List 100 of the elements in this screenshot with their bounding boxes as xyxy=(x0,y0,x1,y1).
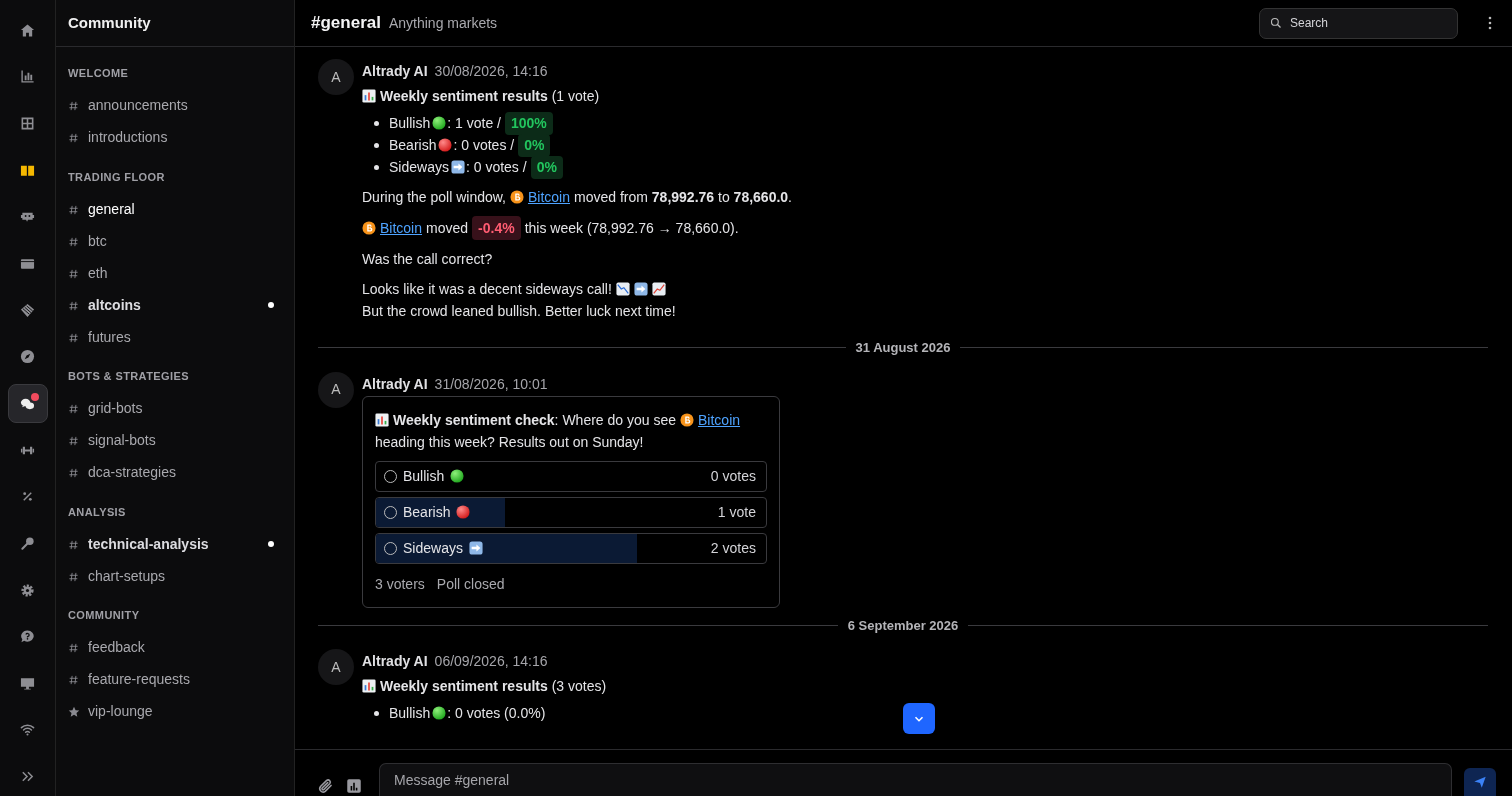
wallet-icon[interactable] xyxy=(20,256,35,271)
channel-item[interactable]: altcoins xyxy=(68,289,294,321)
scroll-down-button[interactable] xyxy=(903,703,935,734)
unread-dot xyxy=(268,302,274,308)
message-title: Weekly sentiment results (1 vote) xyxy=(380,87,600,106)
channel-name: announcements xyxy=(88,96,188,115)
channel-name: eth xyxy=(88,263,108,283)
option-label: Bearish xyxy=(403,502,451,522)
settings-icon[interactable] xyxy=(20,582,35,598)
coin-link[interactable]: Bitcoin xyxy=(698,408,741,431)
message-text: But the crowd leaned bullish. Better luck next time! xyxy=(362,302,676,321)
channel-name: introductions xyxy=(88,128,168,147)
message-text: moved xyxy=(426,219,469,238)
vote-count: 0 votes xyxy=(710,466,756,486)
monitor-icon[interactable] xyxy=(20,675,35,691)
coin-link[interactable]: Bitcoin xyxy=(528,186,570,208)
search-icon xyxy=(1270,16,1282,30)
timestamp: 06/09/2026, 14:16 xyxy=(434,652,548,671)
channel-item[interactable]: eth xyxy=(68,257,294,289)
compass-icon[interactable] xyxy=(20,349,35,365)
section-heading: TRADING FLOOR xyxy=(68,169,165,185)
grid-icon[interactable] xyxy=(20,116,35,132)
section-heading: ANALYSIS xyxy=(68,504,126,520)
option-label: Bearish xyxy=(389,135,437,155)
search-input[interactable]: Search xyxy=(1288,8,1457,38)
right-arrow-icon xyxy=(633,282,648,296)
attachment-icon[interactable] xyxy=(317,777,335,795)
coin-link[interactable]: Bitcoin xyxy=(380,217,423,239)
channel-item[interactable]: technical-analysis xyxy=(68,528,294,560)
date-divider: 6 September 2026 xyxy=(847,616,959,635)
channel-item[interactable]: grid-bots xyxy=(68,392,294,425)
bullet-dot xyxy=(374,120,379,126)
coin-icon xyxy=(680,412,694,427)
channel-item[interactable]: feature-requests xyxy=(68,663,294,696)
poll-icon[interactable] xyxy=(345,777,363,795)
bullet-dot xyxy=(374,142,379,148)
channel-name: general xyxy=(88,199,135,219)
home-icon[interactable] xyxy=(20,22,35,38)
bar-chart-icon xyxy=(362,89,376,103)
channel-item[interactable]: signal-bots xyxy=(68,424,294,457)
timestamp: 30/08/2026, 14:16 xyxy=(434,62,548,81)
message-text: moved from 78,992.76 to 78,660.0. xyxy=(574,188,792,207)
channel-name: altcoins xyxy=(88,295,141,315)
option-label: Bullish xyxy=(389,113,431,133)
section-heading: WELCOME xyxy=(68,66,129,81)
channel-item[interactable]: futures xyxy=(68,321,294,353)
channel-name: technical-analysis xyxy=(88,534,209,554)
percent-badge: 0% xyxy=(518,133,551,157)
channel-item[interactable]: feedback xyxy=(68,631,294,664)
coin-icon xyxy=(510,190,524,204)
avatar: A xyxy=(318,371,354,408)
vote-count: : 1 vote / xyxy=(447,113,501,133)
channel-name: vip-lounge xyxy=(88,702,153,721)
vote-count: : 0 votes / xyxy=(453,135,515,155)
bar-chart-icon xyxy=(362,679,376,693)
author-name: Altrady AI xyxy=(362,374,428,394)
channel-name: chart-setups xyxy=(88,566,166,586)
percent-change: -0.4% xyxy=(472,216,521,240)
section-heading: COMMUNITY xyxy=(68,608,140,623)
circle-icon xyxy=(432,116,447,130)
wifi-icon[interactable] xyxy=(20,722,35,738)
message-title: Weekly sentiment results (3 votes) xyxy=(380,677,607,696)
channel-item[interactable]: chart-setups xyxy=(68,560,294,592)
poll-option[interactable]: Sideways 2 votes xyxy=(375,532,767,564)
channel-name: dca-strategies xyxy=(88,463,176,482)
channel-item[interactable]: introductions xyxy=(68,121,294,154)
channel-item[interactable]: btc xyxy=(68,225,294,257)
circle-icon xyxy=(450,469,465,483)
section-heading: BOTS & STRATEGIES xyxy=(68,369,189,384)
avatar: A xyxy=(318,649,354,685)
channel-item[interactable]: dca-strategies xyxy=(68,456,294,489)
coin-icon xyxy=(362,221,376,235)
poll-status: 3 voters xyxy=(375,574,425,594)
layers-icon[interactable] xyxy=(20,302,35,318)
help-chat-icon[interactable] xyxy=(20,629,35,645)
vote-count: 1 vote xyxy=(717,502,756,522)
bar-chart-icon[interactable] xyxy=(20,69,35,85)
author-name: Altrady AI xyxy=(362,652,428,671)
channel-name: btc xyxy=(88,231,107,251)
circle-icon xyxy=(456,505,471,519)
key-icon[interactable] xyxy=(20,535,35,551)
search-field[interactable]: Search xyxy=(1259,7,1458,39)
channel-item[interactable]: general xyxy=(68,193,294,225)
unread-dot xyxy=(268,541,274,547)
channel-item[interactable]: announcements xyxy=(68,89,294,122)
poll-option[interactable]: Bullish 0 votes xyxy=(375,460,767,492)
date-divider: 31 August 2026 xyxy=(855,339,951,357)
option-label: Bullish xyxy=(389,703,431,723)
circle-icon xyxy=(432,706,447,720)
vote-count: 2 votes xyxy=(710,538,756,558)
nav-button[interactable] xyxy=(7,384,48,423)
message-text: this week (78,992.76 → 78,660.0). xyxy=(524,219,739,238)
channel-item[interactable]: vip-lounge xyxy=(68,695,294,728)
trend-up-icon xyxy=(651,282,666,296)
timestamp: 31/08/2026, 10:01 xyxy=(434,374,548,394)
channel-name: feedback xyxy=(88,638,145,657)
poll-option[interactable]: Bearish 1 vote xyxy=(375,496,767,528)
message-text: Weekly sentiment check: Where do you see xyxy=(393,410,676,430)
send-button[interactable] xyxy=(1464,768,1496,796)
option-label: Sideways xyxy=(403,538,463,558)
